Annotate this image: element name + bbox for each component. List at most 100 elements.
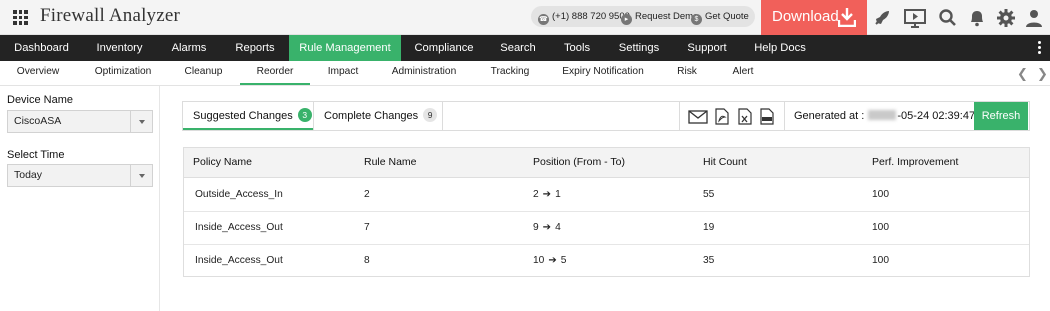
device-name-value: CiscoASA [14,115,62,127]
subnav-optimization[interactable]: Optimization [88,61,158,85]
changes-toolbar: Suggested Changes 3 Complete Changes 9 Gen… [182,101,1030,131]
divider [442,102,443,130]
gear-icon[interactable] [996,8,1016,28]
subnav-cleanup[interactable]: Cleanup [176,61,231,85]
generated-prefix: Generated at : [794,110,865,122]
subnav-risk[interactable]: Risk [670,61,704,85]
position-from: 2 [533,189,539,200]
select-time-select[interactable]: Today [7,164,153,187]
phone-icon: ☎ [538,14,549,25]
position-to: 4 [555,222,561,233]
table-row: Inside_Access_Out 7 9 ➔ 4 19 100 [184,212,1029,245]
sub-nav: Overview Optimization Cleanup Reorder Im… [0,61,1050,86]
perf-improvement-cell: 100 [872,255,889,266]
app-title: Firewall Analyzer [40,5,181,26]
subnav-alert[interactable]: Alert [725,61,761,85]
main-nav: Dashboard Inventory Alarms Reports Rule … [0,35,1050,61]
arrow-right-icon: ➔ [542,222,552,233]
chevron-down-icon [130,111,152,132]
download-label: Download [772,8,839,25]
more-options-icon[interactable] [1038,41,1042,55]
table-row: Inside_Access_Out 8 10 ➔ 5 35 100 [184,245,1029,278]
mail-icon[interactable] [688,108,708,125]
device-name-select[interactable]: CiscoASA [7,110,153,133]
filter-sidebar: Device Name CiscoASA Select Time Today [0,86,160,311]
subnav-tracking[interactable]: Tracking [484,61,536,85]
column-header-position[interactable]: Position (From - To) [533,148,625,178]
download-button[interactable]: Download [761,0,867,35]
device-name-label: Device Name [7,94,74,106]
position-from: 9 [533,222,539,233]
demo-icon: ▸ [621,14,632,25]
request-demo-link[interactable]: ▸ Request Demo [621,6,698,27]
suggested-changes-label: Suggested Changes [193,110,293,122]
request-demo-label: Request Demo [635,11,699,22]
tab-suggested-changes[interactable]: Suggested Changes 3 [183,102,313,130]
scroll-left-icon[interactable]: ❮ [1017,66,1028,82]
select-time-label: Select Time [7,149,65,161]
phone-number: (+1) 888 720 9500 [552,11,630,22]
subnav-impact[interactable]: Impact [318,61,368,85]
arrow-right-icon: ➔ [548,255,557,266]
refresh-button[interactable]: Refresh [974,102,1028,130]
top-bar: Firewall Analyzer ☎ (+1) 888 720 9500 ▸ Re… [0,0,1050,35]
bell-icon[interactable] [967,8,987,28]
nav-search[interactable]: Search [490,35,546,61]
position-cell: 9 ➔ 4 [533,212,561,245]
nav-reports[interactable]: Reports [222,35,288,61]
position-cell: 2 ➔ 1 [533,179,561,212]
complete-count-badge: 9 [423,108,438,122]
hit-count-cell: 19 [703,222,715,233]
nav-settings[interactable]: Settings [609,35,669,61]
pdf-icon[interactable] [714,108,730,125]
rule-name-cell: 2 [364,189,370,200]
nav-support[interactable]: Support [677,35,737,61]
app-grid-icon[interactable] [13,10,28,25]
excel-icon[interactable] [737,108,753,125]
nav-help-docs[interactable]: Help Docs [748,35,812,61]
position-cell: 10 ➔ 5 [533,245,566,278]
table-header: Policy Name Rule Name Position (From - T… [184,148,1029,178]
reorder-table: Policy Name Rule Name Position (From - T… [183,147,1030,277]
rule-name-cell: 8 [364,255,370,266]
hit-count-cell: 55 [703,189,715,200]
column-header-rule-name[interactable]: Rule Name [364,148,417,178]
get-quote-label: Get Quote [705,11,749,22]
user-icon[interactable] [1024,8,1044,28]
position-from: 10 [533,255,545,266]
divider [679,102,680,130]
contact-bar: ☎ (+1) 888 720 9500 ▸ Request Demo $ Get Qu… [531,6,755,27]
subnav-overview[interactable]: Overview [8,61,68,85]
nav-dashboard[interactable]: Dashboard [0,35,83,61]
demo-video-icon[interactable] [904,8,926,28]
scroll-right-icon[interactable]: ❯ [1037,66,1048,82]
get-quote-link[interactable]: $ Get Quote [691,6,749,27]
nav-tools[interactable]: Tools [550,35,604,61]
rocket-icon[interactable] [872,8,892,28]
nav-compliance[interactable]: Compliance [404,35,484,61]
nav-alarms[interactable]: Alarms [156,35,222,61]
perf-improvement-cell: 100 [872,189,889,200]
position-to: 1 [555,189,561,200]
divider [784,102,785,130]
nav-inventory[interactable]: Inventory [83,35,156,61]
generated-datetime: -05-24 02:39:47.0 [897,110,985,122]
subnav-expiry-notification[interactable]: Expiry Notification [556,61,650,85]
column-header-policy-name[interactable]: Policy Name [193,148,252,178]
suggested-count-badge: 3 [297,108,312,122]
search-icon[interactable] [938,8,958,28]
select-time-value: Today [14,169,43,181]
hit-count-cell: 35 [703,255,715,266]
download-icon [838,8,856,27]
column-header-hit-count[interactable]: Hit Count [703,148,747,178]
quote-icon: $ [691,14,702,25]
policy-name-cell: Outside_Access_In [195,189,283,200]
tab-complete-changes[interactable]: Complete Changes 9 [314,102,442,130]
nav-rule-management[interactable]: Rule Management [289,35,401,61]
subnav-reorder[interactable]: Reorder [240,61,310,85]
subnav-administration[interactable]: Administration [385,61,463,85]
column-header-perf-improvement[interactable]: Perf. Improvement [872,148,958,178]
complete-changes-label: Complete Changes [324,110,419,122]
phone-contact[interactable]: ☎ (+1) 888 720 9500 [538,6,630,27]
csv-icon[interactable] [759,108,775,125]
